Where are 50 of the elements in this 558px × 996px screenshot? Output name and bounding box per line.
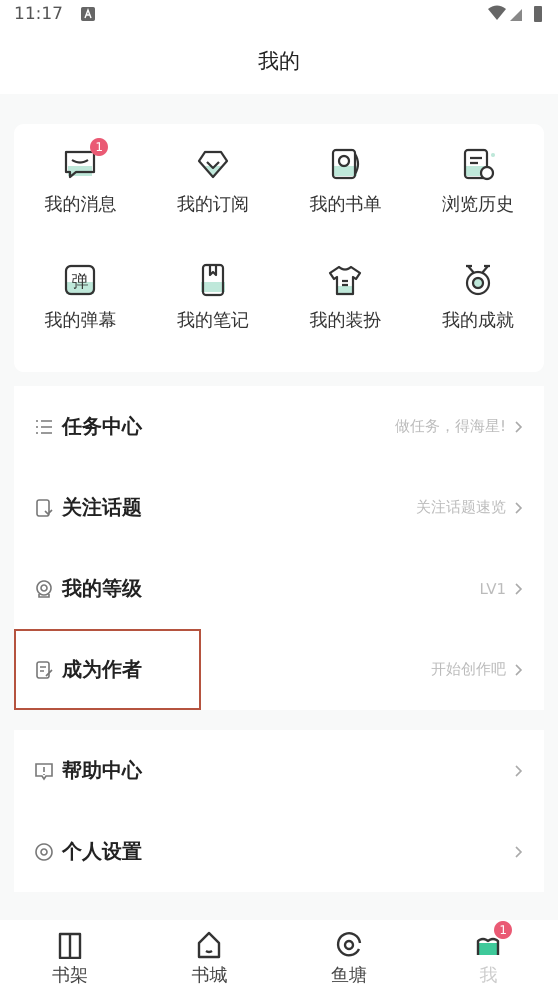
nav-tab[interactable]: 书城 <box>140 920 279 996</box>
menu-hint: 关注话题速览 <box>416 498 506 517</box>
shortcut-item[interactable]: 我的订阅 <box>146 136 279 216</box>
shortcut-item[interactable]: 弹 我的弹幕 <box>14 252 146 332</box>
menu-label: 成为作者 <box>62 656 143 683</box>
shortcut-label: 我的笔记 <box>176 309 249 332</box>
page-title: 我的 <box>258 48 300 75</box>
menu-row[interactable]: 我的等级 LV1 <box>14 548 544 629</box>
menu-label: 任务中心 <box>62 413 144 440</box>
shortcut-item[interactable]: 我的装扮 <box>279 252 412 332</box>
count-badge: 1 <box>90 138 108 156</box>
shortcut-label: 我的订阅 <box>176 193 249 216</box>
shortcut-label: 我的弹幕 <box>44 309 116 332</box>
menu-row[interactable]: 个人设置 <box>14 811 544 892</box>
nav-tab[interactable]: 鱼塘 <box>279 920 418 996</box>
shortcut-label: 浏览历史 <box>442 193 514 216</box>
status-time: 11:17 <box>14 4 63 24</box>
menu-hint: 开始创作吧 <box>431 660 506 679</box>
settings-icon <box>34 842 54 862</box>
shortcut-item[interactable]: 浏览历史 <box>412 136 544 216</box>
status-icons <box>488 5 544 23</box>
shortcut-item[interactable]: 我的成就 <box>412 252 544 332</box>
chevron-icon <box>514 420 524 434</box>
menu-label: 帮助中心 <box>62 757 144 784</box>
menu-row[interactable]: 任务中心 做任务，得海星! <box>14 386 544 467</box>
menu-row[interactable]: 关注话题 关注话题速览 <box>14 467 544 548</box>
chevron-icon <box>514 582 524 596</box>
shortcut-label: 我的成就 <box>442 309 514 332</box>
menu-row[interactable]: 成为作者 开始创作吧 <box>14 629 544 710</box>
menu-label: 我的等级 <box>62 575 143 602</box>
chevron-icon <box>514 844 524 858</box>
count-badge: 1 <box>494 921 512 939</box>
author-icon <box>34 660 54 680</box>
menu-hint: LV1 <box>479 580 506 598</box>
menu-hint: 做任务，得海星! <box>394 417 506 436</box>
chevron-icon <box>514 764 524 778</box>
shortcut-label: 我的书单 <box>309 193 382 216</box>
help-icon <box>34 760 54 780</box>
menu-label: 个人设置 <box>62 838 143 865</box>
nav-tab[interactable]: 书架 <box>0 920 140 996</box>
notification-icon <box>81 7 95 21</box>
shortcut-item[interactable]: 我的笔记 <box>146 252 279 332</box>
chevron-icon <box>514 662 524 676</box>
shortcut-label: 我的装扮 <box>309 309 382 332</box>
shortcut-label: 我的消息 <box>44 193 116 216</box>
chevron-icon <box>514 500 524 514</box>
menu-label: 关注话题 <box>62 494 143 521</box>
shortcut-item[interactable]: 我的书单 <box>279 136 412 216</box>
menu-row[interactable]: 帮助中心 <box>14 730 544 811</box>
shortcut-item[interactable]: 1 我的消息 <box>14 136 146 216</box>
